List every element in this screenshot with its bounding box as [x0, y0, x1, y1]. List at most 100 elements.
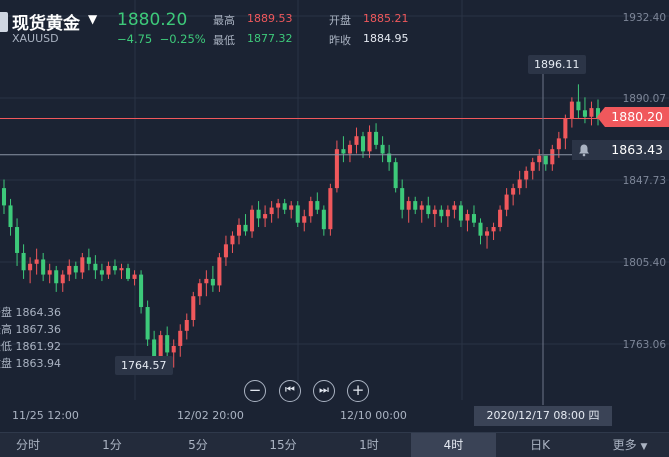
tab-1hour[interactable]: 1时 — [341, 433, 397, 457]
candle-body — [106, 265, 111, 275]
open-value: 1885.21 — [363, 12, 409, 25]
step-forward-button[interactable]: ⏭ — [313, 380, 335, 402]
candle-body — [119, 268, 124, 271]
menu-handle[interactable] — [0, 12, 8, 32]
low-value: 1877.32 — [247, 32, 293, 45]
candle-body — [230, 235, 235, 245]
tab-more[interactable]: 更多 ▼ — [600, 433, 660, 457]
tab-timeline[interactable]: 分时 — [0, 433, 56, 457]
candle-body — [171, 345, 176, 353]
candle-body — [165, 335, 170, 353]
candle-body — [341, 149, 346, 154]
chevron-down-icon: ▼ — [640, 442, 648, 452]
candle-body — [504, 194, 509, 210]
candle-body — [223, 244, 228, 258]
candle-body — [132, 274, 137, 279]
candle-body — [125, 268, 131, 279]
candle-body — [445, 209, 450, 217]
step-back-button[interactable]: ⏮ — [279, 380, 301, 402]
low-callout: 1764.57 — [115, 356, 173, 375]
bell-icon[interactable] — [577, 143, 591, 157]
candle-body — [308, 201, 313, 217]
candle-body — [517, 179, 522, 189]
candle-body — [269, 207, 274, 215]
candle-body — [530, 162, 535, 171]
candle-body — [54, 270, 59, 284]
candle-body — [374, 131, 379, 145]
candle-body — [478, 222, 483, 236]
tab-1min[interactable]: 1分 — [84, 433, 140, 457]
candle-body — [511, 188, 516, 195]
ohlc-high: 最高 1867.36 — [0, 323, 61, 336]
candle-body — [582, 110, 587, 117]
candle-body — [263, 214, 268, 219]
candle-body — [302, 216, 307, 223]
candle-body — [184, 320, 189, 331]
high-value: 1889.53 — [247, 12, 293, 25]
candle-body — [439, 209, 444, 217]
chevron-down-icon[interactable]: ▼ — [88, 12, 97, 26]
candle-body — [60, 274, 65, 284]
low-label: 最低 — [213, 34, 235, 47]
tab-4hour[interactable]: 4时 — [411, 433, 496, 457]
tab-more-label: 更多 — [612, 438, 637, 452]
candle-body — [204, 278, 209, 284]
candle-body — [315, 201, 320, 210]
candle-body — [1, 188, 7, 206]
quote-header: 现货黄金 ▼ XAUUSD 1880.20 −4.75 −0.25% 最高 18… — [0, 0, 669, 48]
zoom-in-button[interactable]: + — [347, 380, 369, 402]
candle-body — [465, 214, 470, 221]
candle-body — [458, 205, 463, 221]
candle-body — [563, 118, 568, 139]
ohlc-close: 收盘 1863.94 — [0, 357, 61, 370]
candle-body — [452, 205, 457, 210]
candle-body — [380, 144, 385, 154]
candle-body — [321, 209, 326, 230]
candle-body — [197, 283, 202, 297]
candle-body — [367, 131, 372, 152]
zoom-out-button[interactable]: − — [244, 380, 266, 402]
candle-body — [491, 227, 496, 232]
candle-body — [419, 205, 424, 210]
prev-close-value: 1884.95 — [363, 32, 409, 45]
candle-body — [47, 270, 52, 275]
candle-body — [524, 170, 529, 180]
high-label: 最高 — [213, 14, 235, 27]
prev-close-label: 昨收 — [329, 34, 351, 47]
candle-body — [191, 296, 196, 320]
candle-body — [498, 209, 503, 228]
candle-body — [426, 205, 431, 215]
x-axis-label: 11/25 12:00 — [12, 409, 79, 422]
candle-body — [178, 330, 183, 346]
alert-price: 1863.43 — [611, 142, 663, 157]
x-axis-label: 12/10 00:00 — [340, 409, 407, 422]
candle-body — [556, 138, 561, 150]
candle-body — [256, 209, 261, 219]
crosshair-date: 2020/12/17 08:00 四 — [474, 406, 612, 426]
candle-body — [550, 149, 555, 165]
y-axis-label: 1847.73 — [622, 175, 666, 187]
price-alert-tag[interactable]: 1863.43 — [572, 140, 669, 160]
tab-15min[interactable]: 15分 — [255, 433, 311, 457]
y-axis-label: 1890.07 — [622, 93, 666, 105]
instrument-symbol: XAUUSD — [12, 32, 59, 45]
tab-5min[interactable]: 5分 — [170, 433, 226, 457]
change-percent: −0.25% — [159, 32, 206, 46]
candle-body — [243, 224, 248, 232]
candle-body — [471, 214, 477, 223]
candle-body — [210, 278, 215, 286]
price-change: −4.75 −0.25% — [117, 32, 206, 46]
candle-body — [432, 209, 437, 215]
candle-body — [21, 252, 26, 271]
candle-body — [34, 259, 39, 264]
candle-body — [347, 144, 352, 154]
candle-body — [543, 155, 548, 165]
tab-daily[interactable]: 日K — [512, 433, 568, 457]
instrument-title[interactable]: 现货黄金 — [12, 9, 80, 34]
candle-body — [589, 108, 594, 117]
candle-body — [354, 136, 359, 145]
candle-body — [217, 257, 222, 286]
candle-body — [485, 231, 490, 236]
candle-body — [406, 201, 411, 210]
candle-body — [145, 307, 150, 340]
